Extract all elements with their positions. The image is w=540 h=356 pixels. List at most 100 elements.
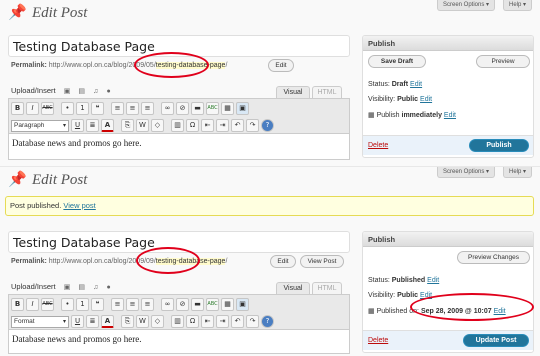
fullscreen-button[interactable]: ▦ [221, 298, 234, 311]
align-right-button[interactable]: ≡ [141, 102, 154, 115]
publish-edit-link[interactable]: Edit [444, 112, 456, 119]
redo-button[interactable]: ↷ [246, 119, 259, 132]
indent-button[interactable]: ⇥ [216, 119, 229, 132]
permalink-edit-button[interactable]: Edit [268, 59, 294, 72]
kitchen-sink-button[interactable]: ▣ [236, 102, 249, 115]
view-post-link[interactable]: View post [63, 201, 95, 210]
fullscreen-button[interactable]: ▦ [221, 102, 234, 115]
visibility-edit-link[interactable]: Edit [420, 96, 432, 103]
editor-content[interactable]: Database news and promos go here. [8, 134, 350, 160]
paste-word-button[interactable]: W [136, 119, 149, 132]
tab-html[interactable]: HTML [312, 282, 342, 294]
delete-link[interactable]: Delete [368, 337, 388, 344]
image-icon[interactable]: ▣ [64, 283, 71, 291]
kitchen-sink-button[interactable]: ▣ [236, 298, 249, 311]
view-post-button[interactable]: View Post [300, 255, 344, 268]
numbered-list-button[interactable]: 1 [76, 102, 89, 115]
media-icon[interactable]: ● [106, 284, 110, 291]
underline-button[interactable]: U [71, 119, 84, 132]
blockquote-button[interactable]: ❝ [91, 298, 104, 311]
italic-button[interactable]: I [26, 298, 39, 311]
editor-content[interactable]: Database news and promos go here. [8, 330, 350, 354]
permalink-edit-button[interactable]: Edit [270, 255, 296, 268]
bold-button[interactable]: B [11, 298, 24, 311]
format-select[interactable]: Format [11, 315, 69, 328]
remove-format-button[interactable]: ◇ [151, 119, 164, 132]
help-icon[interactable]: ? [261, 315, 274, 328]
indent-button[interactable]: ⇥ [216, 315, 229, 328]
screen-options-button[interactable]: Screen Options ▾ [437, 167, 496, 178]
spellcheck-button[interactable]: ABC [206, 298, 219, 311]
annotation-circle [410, 293, 534, 321]
publish-label: Publish [376, 112, 400, 119]
more-tag-button[interactable]: ▬ [191, 102, 204, 115]
save-draft-button[interactable]: Save Draft [368, 55, 426, 68]
delete-link[interactable]: Delete [368, 142, 388, 149]
undo-button[interactable]: ↶ [231, 315, 244, 328]
italic-button[interactable]: I [26, 102, 39, 115]
help-button[interactable]: Help ▾ [503, 167, 533, 178]
special-character-button[interactable]: Ω [186, 315, 199, 328]
image-icon[interactable]: ▣ [64, 87, 71, 95]
redo-button[interactable]: ↷ [246, 315, 259, 328]
align-center-button[interactable]: ≡ [126, 298, 139, 311]
justify-button[interactable]: ≣ [86, 119, 99, 132]
align-left-button[interactable]: ≡ [111, 102, 124, 115]
blockquote-button[interactable]: ❝ [91, 102, 104, 115]
insert-media-button[interactable]: ▥ [171, 315, 184, 328]
bullet-list-button[interactable]: • [61, 102, 74, 115]
strikethrough-button[interactable]: ABC [41, 298, 54, 311]
special-character-button[interactable]: Ω [186, 119, 199, 132]
unlink-button[interactable]: ⊘ [176, 102, 189, 115]
annotation-circle [134, 52, 209, 78]
align-right-button[interactable]: ≡ [141, 298, 154, 311]
align-left-button[interactable]: ≡ [111, 298, 124, 311]
publish-button[interactable]: Publish [469, 139, 529, 152]
paste-text-button[interactable]: ⎘ [121, 315, 134, 328]
remove-format-button[interactable]: ◇ [151, 315, 164, 328]
text-color-button[interactable]: A [101, 315, 114, 328]
music-icon[interactable]: ♫ [93, 88, 98, 95]
outdent-button[interactable]: ⇤ [201, 315, 214, 328]
align-center-button[interactable]: ≡ [126, 102, 139, 115]
music-icon[interactable]: ♫ [93, 284, 98, 291]
underline-button[interactable]: U [71, 315, 84, 328]
help-button[interactable]: Help ▾ [503, 0, 533, 11]
tab-visual[interactable]: Visual [276, 282, 310, 294]
video-icon[interactable]: ▤ [78, 87, 85, 95]
insert-media-button[interactable]: ▥ [171, 119, 184, 132]
more-tag-button[interactable]: ▬ [191, 298, 204, 311]
link-button[interactable]: ∞ [161, 298, 174, 311]
paste-word-button[interactable]: W [136, 315, 149, 328]
calendar-icon: ▦ [368, 112, 375, 119]
upload-insert: Upload/Insert ▣ ▤ ♫ ● [11, 282, 111, 291]
text-color-button[interactable]: A [101, 119, 114, 132]
status-edit-link[interactable]: Edit [427, 277, 439, 284]
unlink-button[interactable]: ⊘ [176, 298, 189, 311]
upload-insert-label: Upload/Insert [11, 282, 56, 291]
link-button[interactable]: ∞ [161, 102, 174, 115]
spellcheck-button[interactable]: ABC [206, 102, 219, 115]
status-edit-link[interactable]: Edit [410, 81, 422, 88]
tab-html[interactable]: HTML [312, 86, 342, 98]
media-icon[interactable]: ● [106, 88, 110, 95]
numbered-list-button[interactable]: 1 [76, 298, 89, 311]
bold-button[interactable]: B [11, 102, 24, 115]
format-select[interactable]: Paragraph [11, 119, 69, 132]
publish-schedule-row: ▦ Publish immediately Edit [368, 111, 456, 119]
undo-button[interactable]: ↶ [231, 119, 244, 132]
visibility-label: Visibility: [368, 96, 396, 103]
strikethrough-button[interactable]: ABC [41, 102, 54, 115]
publish-actions: Delete Publish [363, 135, 533, 155]
bullet-list-button[interactable]: • [61, 298, 74, 311]
outdent-button[interactable]: ⇤ [201, 119, 214, 132]
video-icon[interactable]: ▤ [78, 283, 85, 291]
screen-options-button[interactable]: Screen Options ▾ [437, 0, 496, 11]
preview-changes-button[interactable]: Preview Changes [457, 251, 530, 264]
help-icon[interactable]: ? [261, 119, 274, 132]
update-post-button[interactable]: Update Post [463, 334, 529, 347]
justify-button[interactable]: ≣ [86, 315, 99, 328]
paste-text-button[interactable]: ⎘ [121, 119, 134, 132]
preview-button[interactable]: Preview [476, 55, 530, 68]
tab-visual[interactable]: Visual [276, 86, 310, 98]
